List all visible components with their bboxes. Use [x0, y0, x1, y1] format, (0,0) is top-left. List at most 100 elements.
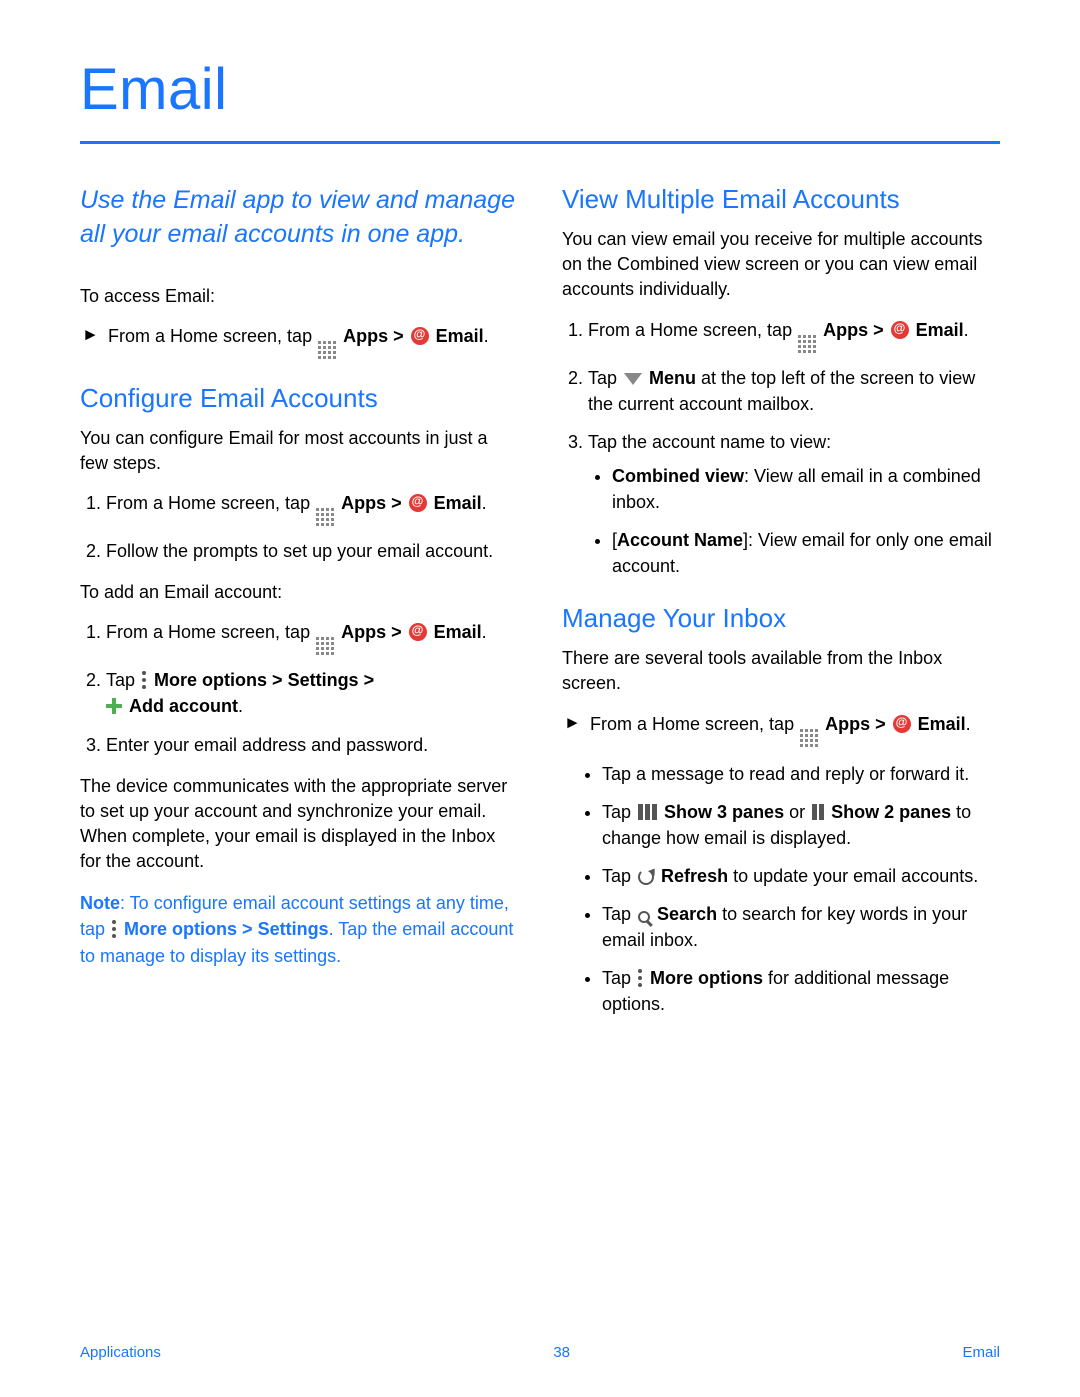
text: Tap the account name to view: [588, 432, 831, 452]
left-column: Use the Email app to view and manage all… [80, 184, 518, 1033]
menu-down-icon [624, 373, 642, 385]
inbox-b2: Tap Show 3 panes or Show 2 panes to chan… [602, 799, 1000, 851]
footer-right: Email [962, 1344, 1000, 1361]
inbox-b3: Tap Refresh to update your email account… [602, 863, 1000, 889]
apps-label: Apps [825, 714, 870, 734]
sep: > [388, 326, 409, 346]
menu-label: Menu [649, 368, 696, 388]
add-step-2: Tap More options > Settings > Add accoun… [106, 667, 518, 719]
configure-step-2: Follow the prompts to set up your email … [106, 538, 518, 564]
inbox-heading: Manage Your Inbox [562, 603, 1000, 634]
access-label: To access Email: [80, 284, 518, 309]
inbox-access-step: From a Home screen, tap Apps > Email. [562, 711, 1000, 747]
add-steps: From a Home screen, tap Apps > Email. Ta… [80, 619, 518, 757]
add-step-3: Enter your email address and password. [106, 732, 518, 758]
show-3-label: Show 3 panes [664, 802, 784, 822]
settings-label: Settings [288, 670, 359, 690]
email-icon [891, 321, 909, 339]
account-name-label: Account Name [617, 530, 743, 550]
inbox-b1: Tap a message to read and reply or forwa… [602, 761, 1000, 787]
search-icon [638, 911, 650, 923]
content-columns: Use the Email app to view and manage all… [80, 184, 1000, 1033]
email-label: Email [918, 714, 966, 734]
multi-sublist: Combined view: View all email in a combi… [588, 463, 1000, 579]
sep: > [237, 919, 258, 939]
apps-grid-icon [800, 729, 818, 747]
more-options-icon [142, 671, 147, 689]
apps-grid-icon [318, 341, 336, 359]
account-name-item: [Account Name]: View email for only one … [612, 527, 1000, 579]
sep: > [267, 670, 288, 690]
text: Tap [602, 904, 636, 924]
add-account-label-bold: Add account [129, 696, 238, 716]
configure-lead: You can configure Email for most account… [80, 426, 518, 476]
footer-left: Applications [80, 1344, 161, 1361]
multi-steps: From a Home screen, tap Apps > Email. Ta… [562, 317, 1000, 580]
sep: > [870, 714, 891, 734]
email-icon [409, 623, 427, 641]
apps-label: Apps [341, 622, 386, 642]
show-2-label: Show 2 panes [831, 802, 951, 822]
inbox-b4: Tap Search to search for key words in yo… [602, 901, 1000, 953]
panes-3-icon [638, 804, 657, 820]
add-account-label: To add an Email account: [80, 580, 518, 605]
configure-steps: From a Home screen, tap Apps > Email. Fo… [80, 490, 518, 564]
email-label: Email [434, 622, 482, 642]
more-options-label: More options [124, 919, 237, 939]
text: From a Home screen, tap [106, 493, 315, 513]
period: . [964, 320, 969, 340]
add-step-1: From a Home screen, tap Apps > Email. [106, 619, 518, 655]
intro-text: Use the Email app to view and manage all… [80, 184, 518, 252]
text: Tap [106, 670, 140, 690]
email-icon [893, 715, 911, 733]
plus-icon [106, 698, 122, 714]
text: From a Home screen, tap [108, 326, 317, 346]
text: From a Home screen, tap [588, 320, 797, 340]
multi-step-1: From a Home screen, tap Apps > Email. [588, 317, 1000, 353]
email-label: Email [434, 493, 482, 513]
email-label: Email [916, 320, 964, 340]
refresh-tail: to update your email accounts. [728, 866, 978, 886]
sep: > [359, 670, 375, 690]
more-options-label: More options [154, 670, 267, 690]
search-label: Search [657, 904, 717, 924]
configure-heading: Configure Email Accounts [80, 383, 518, 414]
note-label: Note [80, 893, 120, 913]
apps-grid-icon [316, 508, 334, 526]
apps-grid-icon [316, 637, 334, 655]
or-text: or [784, 802, 810, 822]
panes-2-icon [812, 804, 824, 820]
email-icon [411, 327, 429, 345]
text: From a Home screen, tap [590, 714, 799, 734]
sep: > [386, 493, 407, 513]
refresh-icon [638, 869, 654, 885]
apps-label: Apps [341, 493, 386, 513]
inbox-b5: Tap More options for additional message … [602, 965, 1000, 1017]
text: Tap [602, 802, 636, 822]
period: . [238, 696, 243, 716]
footer-page-number: 38 [553, 1344, 570, 1361]
text: Tap [588, 368, 622, 388]
more-options-icon [112, 920, 117, 938]
inbox-bullets: Tap a message to read and reply or forwa… [562, 761, 1000, 1018]
combined-label: Combined view [612, 466, 744, 486]
multi-heading: View Multiple Email Accounts [562, 184, 1000, 215]
sep: > [868, 320, 889, 340]
configure-step-1: From a Home screen, tap Apps > Email. [106, 490, 518, 526]
multi-step-3: Tap the account name to view: Combined v… [588, 429, 1000, 579]
configure-note: Note: To configure email account setting… [80, 890, 518, 968]
text: Tap [602, 968, 636, 988]
period: . [966, 714, 971, 734]
multi-lead: You can view email you receive for multi… [562, 227, 1000, 303]
inbox-lead: There are several tools available from t… [562, 646, 1000, 696]
right-column: View Multiple Email Accounts You can vie… [562, 184, 1000, 1033]
apps-label: Apps [343, 326, 388, 346]
combined-view-item: Combined view: View all email in a combi… [612, 463, 1000, 515]
period: . [482, 493, 487, 513]
page-title: Email [80, 56, 1000, 123]
refresh-label: Refresh [661, 866, 728, 886]
access-step: From a Home screen, tap Apps > Email. [80, 323, 518, 359]
period: . [484, 326, 489, 346]
text: Tap [602, 866, 636, 886]
menu-tail: at the top left of the screen to view th… [588, 368, 975, 414]
